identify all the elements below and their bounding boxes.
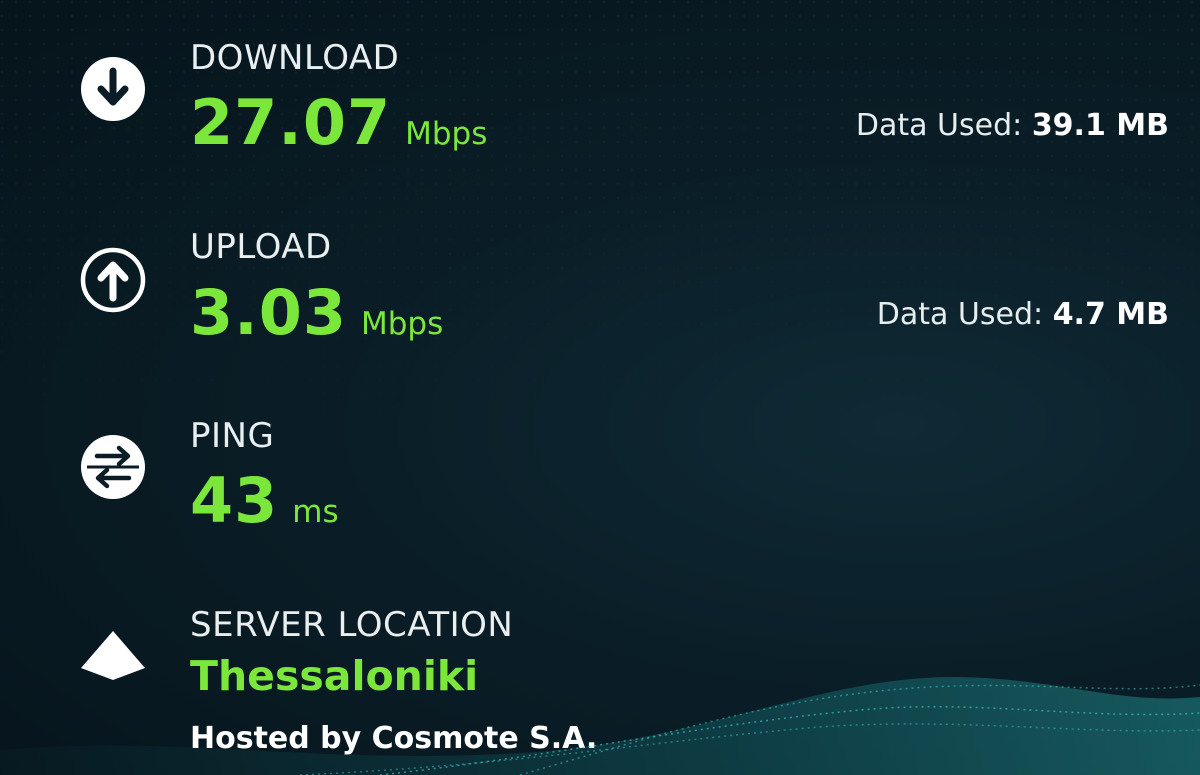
location-pin-icon xyxy=(81,631,145,680)
ping-unit: ms xyxy=(292,494,339,530)
upload-data-used-label: Data Used: xyxy=(876,297,1044,332)
upload-speed-value: 3.03 xyxy=(190,276,347,349)
download-label: DOWNLOAD xyxy=(190,38,400,78)
upload-data-used: Data Used: 4.7 MB xyxy=(877,297,1169,332)
download-value-line: 27.07 Mbps xyxy=(190,86,487,159)
upload-data-used-value: 4.7 MB xyxy=(1052,297,1169,332)
server-location-label: SERVER LOCATION xyxy=(190,605,514,645)
download-data-used-value: 39.1 MB xyxy=(1031,108,1169,143)
arrow-down-circle-icon xyxy=(81,57,145,121)
ping-label: PING xyxy=(190,416,275,456)
decorative-wave xyxy=(0,676,1200,775)
ping-value-line: 43 ms xyxy=(190,464,339,537)
download-data-used: Data Used: 39.1 MB xyxy=(856,108,1169,143)
ping-arrows-circle-icon xyxy=(81,435,145,499)
upload-label: UPLOAD xyxy=(190,227,332,267)
download-speed-value: 27.07 xyxy=(190,86,392,159)
server-host: Hosted by Cosmote S.A. xyxy=(190,721,598,756)
ping-value: 43 xyxy=(190,464,279,537)
server-location-name: Thessaloniki xyxy=(190,652,479,700)
upload-value-line: 3.03 Mbps xyxy=(190,276,443,349)
download-data-used-label: Data Used: xyxy=(855,108,1023,143)
download-speed-unit: Mbps xyxy=(405,116,488,152)
arrow-up-circle-icon xyxy=(80,247,146,313)
upload-speed-unit: Mbps xyxy=(360,306,444,342)
